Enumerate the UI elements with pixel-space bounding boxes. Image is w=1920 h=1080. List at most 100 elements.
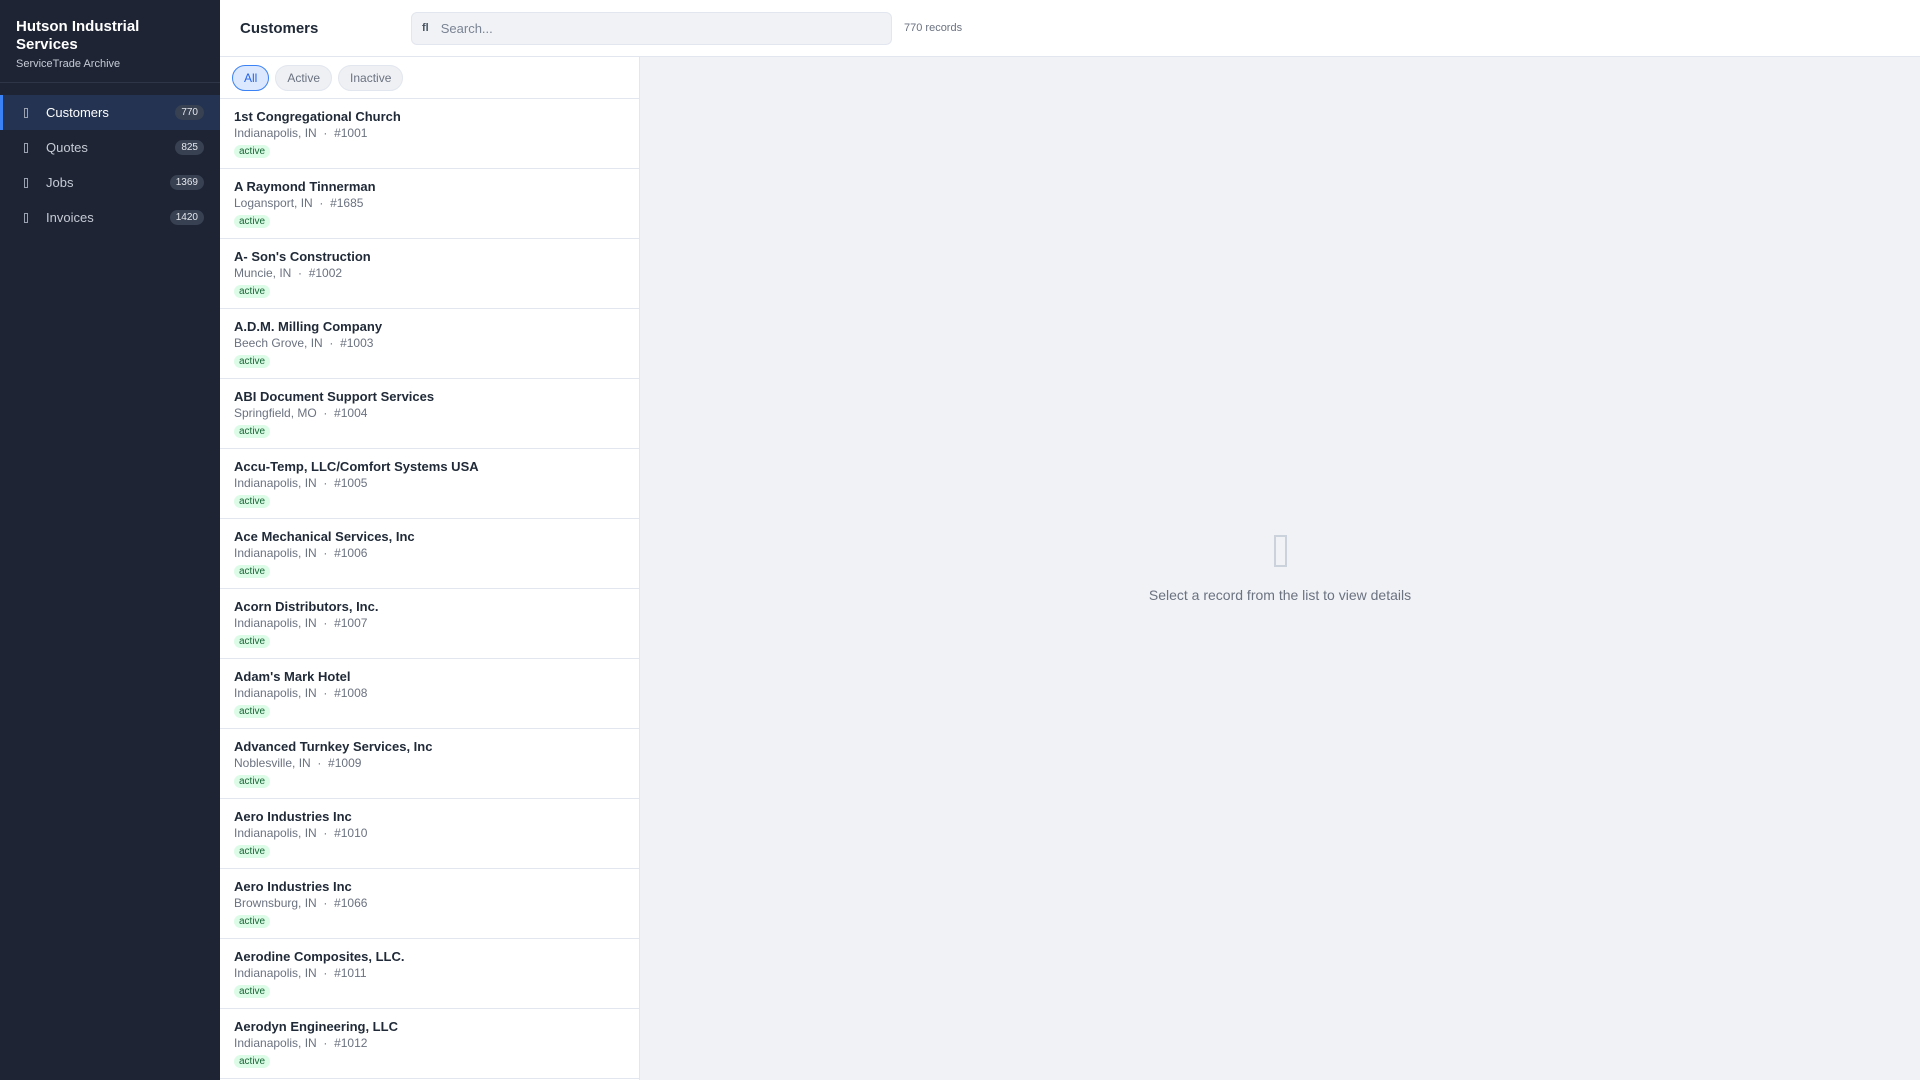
page-title: Customers [240,19,319,37]
sidebar-item-label: Customers [46,105,109,120]
customer-city: Muncie, IN [234,266,292,280]
list-item[interactable]: A Raymond Tinnerman Logansport, IN · #168… [220,169,639,239]
customer-id: #1005 [334,476,368,490]
customer-name: Aero Industries Inc [234,809,352,824]
customer-name: Aerodyn Engineering, LLC [234,1019,398,1034]
empty-state-text: Select a record from the list to view de… [1148,586,1412,603]
customer-city: Beech Grove, IN [234,336,323,350]
record-list: All Active Inactive 1st Congregational Chu… [220,57,640,1080]
customer-city: Indianapolis, IN [234,966,317,980]
customer-meta: Indianapolis, IN · #1008 [234,686,368,700]
customer-id: #1008 [334,686,368,700]
sidebar-nav: Customers 770 Quotes 825 Jobs 1369 Invoices 142… [0,95,220,235]
customer-city: Indianapolis, IN [234,126,317,140]
list-item[interactable]: Acorn Distributors, Inc. Indianapolis, IN… [220,589,639,659]
customer-id: #1006 [334,546,368,560]
list-item[interactable]: Aerodyn Engineering, LLC Indianapolis, IN… [220,1009,639,1079]
customer-id: #1066 [334,896,368,910]
customer-id: #1003 [340,336,374,350]
sidebar-item-invoices[interactable]: Invoices 1420 [0,200,220,235]
customer-city: Indianapolis, IN [234,686,317,700]
status-badge: active [234,425,271,438]
list-item[interactable]: Ace Mechanical Services, Inc Indianapolis… [220,519,639,589]
customer-city: Indianapolis, IN [234,826,317,840]
customer-meta: Indianapolis, IN · #1012 [234,1036,368,1050]
customer-city: Indianapolis, IN [234,1036,317,1050]
list-item[interactable]: A.D.M. Milling Company Beech Grove, IN · … [220,309,639,379]
filter-active[interactable]: Active [275,64,333,91]
sidebar-item-jobs[interactable]: Jobs 1369 [0,165,220,200]
list-item[interactable]: Aerodine Composites, LLC. Indianapolis, I… [220,939,639,1009]
customer-id: #1009 [328,756,362,770]
sidebar-item-quotes[interactable]: Quotes 825 [0,130,220,165]
sidebar-item-count: 1420 [169,210,204,225]
list-item[interactable]: Adam's Mark Hotel Indianapolis, IN · #100… [220,659,639,729]
customer-meta: Indianapolis, IN · #1001 [234,126,368,140]
status-badge: active [234,285,271,298]
status-badge: active [234,565,271,578]
empty-state-icon [1273,534,1287,567]
filter-inactive[interactable]: Inactive [338,64,404,91]
sidebar-item-count: 1369 [169,175,204,190]
customer-meta: Springfield, MO · #1004 [234,406,368,420]
customer-city: Indianapolis, IN [234,616,317,630]
sidebar-item-count: 770 [175,105,204,120]
customer-name: A- Son's Construction [234,249,371,264]
sidebar-item-label: Invoices [46,210,94,225]
brand-subtitle: ServiceTrade Archive [16,58,121,70]
customer-id: #1685 [330,196,364,210]
customer-name: Accu-Temp, LLC/Comfort Systems USA [234,459,479,474]
list-item[interactable]: A- Son's Construction Muncie, IN · #1002 a… [220,239,639,309]
list-item[interactable]: Accu-Temp, LLC/Comfort Systems USA Indian… [220,449,639,519]
list-item[interactable]: 1st Congregational Church Indianapolis, I… [220,99,639,169]
customer-meta: Indianapolis, IN · #1010 [234,826,368,840]
customer-meta: Muncie, IN · #1002 [234,266,343,280]
status-badge: active [234,915,271,928]
sidebar-item-count: 825 [175,140,204,155]
customer-name: Adam's Mark Hotel [234,669,351,684]
customer-id: #1010 [334,826,368,840]
customers-icon [24,107,28,118]
customer-name: Ace Mechanical Services, Inc [234,529,415,544]
customer-id: #1002 [308,266,343,280]
filter-all[interactable]: All [232,64,270,91]
status-badge: active [234,355,271,368]
customer-name: Aerodine Composites, LLC. [234,949,405,964]
sidebar-item-label: Jobs [46,175,74,190]
customer-name: Aero Industries Inc [234,879,352,894]
search-icon: fl [422,22,429,34]
customer-name: A.D.M. Milling Company [234,319,383,334]
customer-meta: Indianapolis, IN · #1006 [234,546,368,560]
customer-name: A Raymond Tinnerman [234,179,376,194]
list-item[interactable]: Aero Industries Inc Brownsburg, IN · #106… [220,869,639,939]
status-badge: active [234,635,271,648]
status-badge: active [234,775,271,788]
customer-city: Brownsburg, IN [234,896,317,910]
quotes-icon [24,142,28,153]
status-badge: active [234,705,271,718]
search-input[interactable] [440,20,861,36]
customer-name: Acorn Distributors, Inc. [234,599,379,614]
status-badge: active [234,215,271,228]
search-box[interactable]: fl [411,11,892,45]
sidebar: Hutson Industrial Services ServiceTrade … [0,0,220,1080]
status-badge: active [234,145,271,158]
sidebar-item-customers[interactable]: Customers 770 [0,95,220,130]
brand: Hutson Industrial Services ServiceTrade … [0,0,220,83]
customer-id: #1001 [334,126,368,140]
status-badge: active [234,495,271,508]
customer-meta: Indianapolis, IN · #1005 [234,476,368,490]
customer-id: #1012 [334,1036,368,1050]
customer-name: Advanced Turnkey Services, Inc [234,739,433,754]
customer-id: #1011 [334,966,367,980]
list-item[interactable]: ABI Document Support Services Springfield… [220,379,639,449]
customer-meta: Indianapolis, IN · #1007 [234,616,368,630]
customer-meta: Logansport, IN · #1685 [234,196,364,210]
list-item[interactable]: Aero Industries Inc Indianapolis, IN · #1… [220,799,639,869]
status-badge: active [234,985,271,998]
list-item[interactable]: Advanced Turnkey Services, Inc Noblesvill… [220,729,639,799]
status-badge: active [234,845,271,858]
status-badge: active [234,1055,271,1068]
jobs-icon [24,177,28,188]
customer-city: Logansport, IN [234,196,313,210]
